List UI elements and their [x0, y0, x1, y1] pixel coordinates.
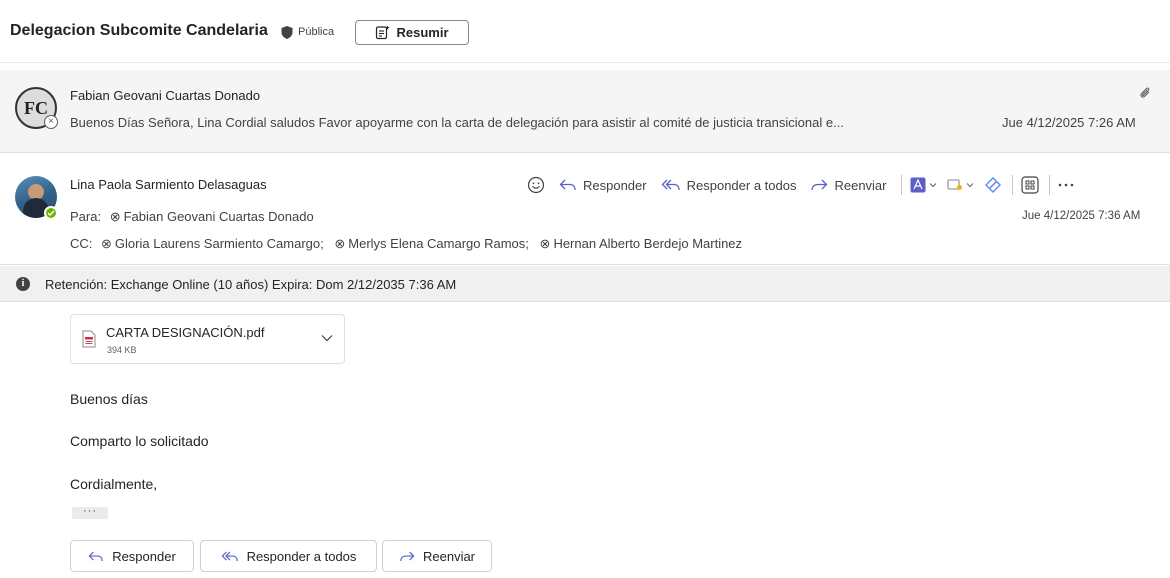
footer-reply-all-button[interactable]: Responder a todos: [200, 540, 377, 572]
message-preview: Buenos Días Señora, Lina Cordial saludos…: [70, 115, 844, 130]
sender-name[interactable]: Fabian Geovani Cuartas Donado: [70, 88, 260, 103]
recipient-status-icon: ⊗: [109, 209, 121, 224]
summary-icon: [376, 25, 391, 40]
reply-all-button[interactable]: Responder a todos: [661, 177, 797, 193]
forward-label: Reenviar: [834, 177, 887, 193]
show-quoted-text-button[interactable]: ···: [72, 506, 108, 519]
more-actions-button[interactable]: [1058, 182, 1074, 188]
sender-name[interactable]: Lina Paola Sarmiento Delasaguas: [70, 177, 267, 192]
cc-label: CC:: [70, 236, 93, 251]
message-toolbar: Responder Responder a todos Reenviar: [527, 173, 1074, 197]
chevron-down-icon: [966, 183, 973, 188]
attachment-size: 394 KB: [107, 345, 137, 355]
toolbar-divider: [1048, 175, 1050, 195]
forward-button[interactable]: Reenviar: [810, 177, 887, 193]
recipient-status-icon: ⊗: [334, 236, 346, 251]
reply-label: Responder: [583, 177, 647, 193]
body-line: Cordialmente,: [70, 476, 158, 492]
forward-icon: [811, 179, 828, 191]
chevron-down-icon[interactable]: [320, 333, 334, 343]
sensitivity-label[interactable]: Pública: [298, 26, 334, 38]
recipient-status-icon: ⊗: [539, 236, 551, 251]
cc-recipient[interactable]: Gloria Laurens Sarmiento Camargo;: [115, 236, 324, 251]
to-recipient[interactable]: Fabian Geovani Cuartas Donado: [124, 209, 314, 224]
reply-icon: [559, 179, 576, 191]
recipient-status-icon: ⊗: [101, 236, 112, 251]
message-date: Jue 4/12/2025 7:36 AM: [1022, 210, 1141, 222]
footer-forward-label: Reenviar: [422, 548, 476, 564]
summarize-label: Resumir: [396, 25, 449, 40]
summarize-button[interactable]: Resumir: [355, 20, 469, 45]
to-line: Para: ⊗ Fabian Geovani Cuartas Donado: [70, 209, 314, 225]
emoji-button[interactable]: [527, 176, 545, 194]
conversation-subject: Delegacion Subcomite Candelaria: [10, 22, 268, 39]
forward-icon: [400, 551, 415, 561]
info-icon: i: [16, 277, 30, 291]
pdf-app-icon: [910, 177, 925, 193]
blocked-status-icon: ×: [44, 115, 58, 129]
reply-icon: [88, 551, 103, 561]
pdf-file-icon: [82, 330, 96, 348]
more-icon: [1058, 183, 1073, 187]
reply-all-label: Responder a todos: [686, 177, 797, 193]
shield-icon: [281, 26, 293, 39]
reply-button[interactable]: Responder: [559, 178, 647, 193]
cc-recipient[interactable]: Hernan Alberto Berdejo Martinez: [553, 236, 742, 251]
reply-all-icon: [661, 179, 680, 191]
footer-forward-button[interactable]: Reenviar: [382, 540, 492, 572]
emoji-icon: [527, 176, 545, 194]
acrobat-button[interactable]: [910, 177, 937, 193]
chevron-down-icon: [929, 183, 936, 188]
apps-grid-icon: [1020, 176, 1039, 194]
loop-button[interactable]: [984, 176, 1002, 194]
attachment-name: CARTA DESIGNACIÓN.pdf: [106, 325, 265, 340]
addin-button[interactable]: [946, 178, 974, 192]
toolbar-divider: [900, 175, 902, 195]
retention-text: Retención: Exchange Online (10 años) Exp…: [45, 277, 457, 292]
toolbar-divider: [1011, 175, 1013, 195]
presence-available-icon: [44, 206, 58, 220]
footer-reply-label: Responder: [112, 548, 176, 564]
loop-icon: [984, 177, 1001, 193]
cc-line: CC: ⊗ Gloria Laurens Sarmiento Camargo; ⊗…: [70, 236, 742, 252]
to-label: Para:: [70, 209, 102, 224]
cc-recipient[interactable]: Merlys Elena Camargo Ramos;: [348, 236, 529, 251]
apps-button[interactable]: [1020, 176, 1039, 194]
footer-reply-button[interactable]: Responder: [70, 540, 194, 572]
addin-icon: [946, 179, 962, 190]
footer-reply-all-label: Responder a todos: [246, 548, 357, 564]
body-line: Comparto lo solicitado: [70, 433, 209, 449]
paperclip-icon: [1140, 87, 1150, 98]
body-line: Buenos días: [70, 391, 148, 407]
message-date: Jue 4/12/2025 7:26 AM: [1002, 115, 1136, 130]
collapsed-message[interactable]: [0, 70, 1170, 153]
reply-all-icon: [221, 551, 238, 561]
